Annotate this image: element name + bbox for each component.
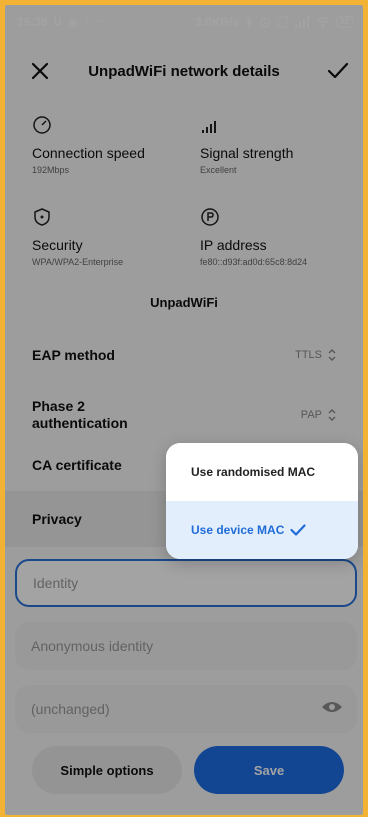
phone-screen: 15:36 U ▣ ♪ ··· 3.0KB/s 92 UnpadWiFi net… <box>5 5 363 815</box>
menu-item-label: Use randomised MAC <box>191 465 316 479</box>
dim-overlay[interactable] <box>5 5 363 815</box>
menu-item-label: Use device MAC <box>191 523 285 537</box>
menu-item-randomised-mac[interactable]: Use randomised MAC <box>166 443 358 501</box>
privacy-menu: Use randomised MAC Use device MAC <box>166 443 358 559</box>
menu-item-device-mac[interactable]: Use device MAC <box>166 501 358 559</box>
selected-check-icon <box>290 524 306 536</box>
